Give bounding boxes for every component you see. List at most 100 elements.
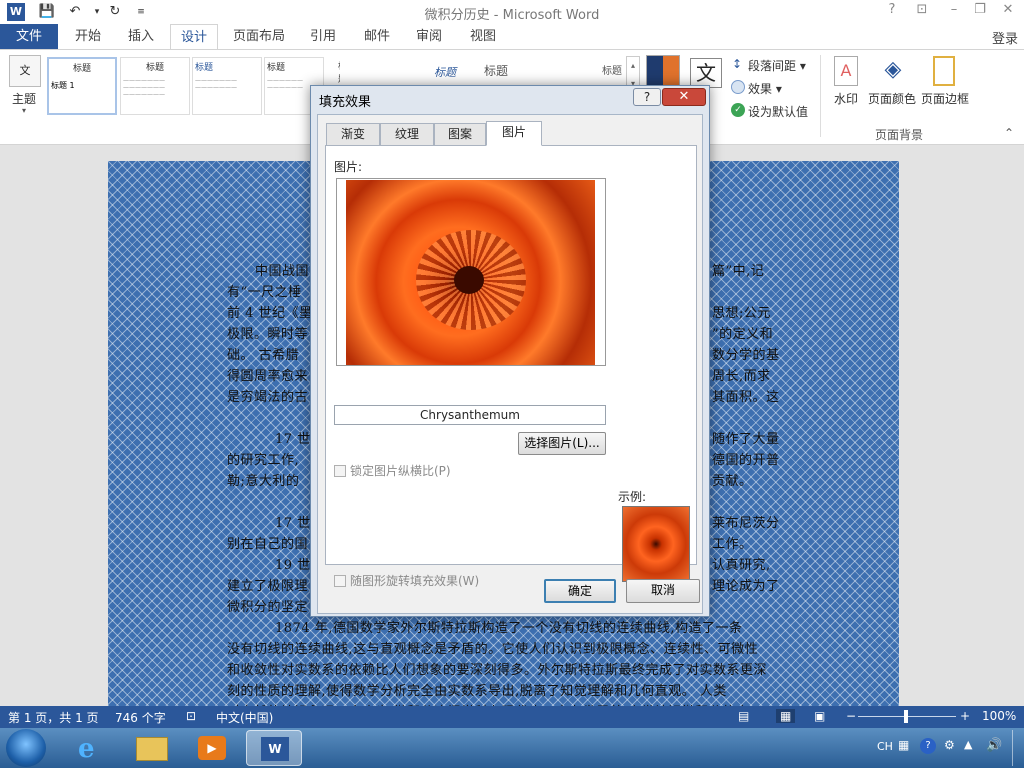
doc-line-right[interactable]: 工作。 — [712, 533, 753, 552]
style-set-8[interactable]: 标题 — [602, 62, 622, 77]
language-indicator[interactable]: 中文(中国) — [216, 709, 273, 726]
tab-picture[interactable]: 图片 — [486, 121, 542, 146]
doc-line-right[interactable]: 篇”中,记 — [712, 260, 764, 279]
doc-line[interactable]: 础。 古希腊 — [227, 344, 299, 363]
para-spacing-button[interactable]: 段落间距 ▾ — [748, 57, 806, 74]
doc-line[interactable]: 建立了极限理 — [227, 575, 308, 594]
style-set-6[interactable]: 标题 — [434, 64, 456, 80]
doc-line-right[interactable]: 数分学的基 — [712, 344, 780, 363]
doc-line-right[interactable]: 贡献。 — [712, 470, 753, 489]
help-icon[interactable]: ? — [880, 2, 904, 17]
close-window-icon[interactable]: ✕ — [996, 2, 1020, 17]
doc-line[interactable]: 1874 年,德国数学家外尔斯特拉斯构造了一个没有切线的连续曲线,构造了一条 — [275, 617, 742, 636]
start-orb-icon[interactable] — [6, 729, 46, 767]
doc-line-right[interactable]: 认真研究, — [712, 554, 771, 573]
page-count[interactable]: 第 1 页，共 1 页 — [8, 709, 99, 726]
redo-icon[interactable]: ↻ — [106, 3, 124, 21]
themes-dropdown-icon[interactable]: ▾ — [22, 106, 26, 115]
style-set-3[interactable]: 标题 ——————— ——————— — [192, 57, 262, 115]
doc-line-right[interactable]: 德国的开普 — [712, 449, 780, 468]
style-set-1[interactable]: 标题 标题 1 — [47, 57, 117, 115]
rotate-with-shape-checkbox[interactable]: 随图形旋转填充效果(W) — [334, 572, 479, 589]
ribbon-display-icon[interactable]: ⊡ — [910, 2, 934, 17]
colors-icon[interactable] — [646, 55, 680, 87]
doc-line[interactable]: 有“一尺之棰 — [227, 281, 302, 300]
zoom-out-button[interactable]: − — [846, 709, 856, 723]
doc-line[interactable]: 前 4 世纪《墨 — [227, 302, 313, 321]
tab-layout[interactable]: 页面布局 — [228, 24, 290, 49]
undo-icon[interactable]: ↶ — [66, 3, 84, 21]
input-language[interactable]: CH — [877, 740, 893, 753]
restore-icon[interactable]: ❐ — [968, 2, 992, 17]
effects-button[interactable]: 效果 ▾ — [748, 80, 782, 97]
collapse-ribbon-icon[interactable]: ⌃ — [1004, 126, 1014, 140]
tray-expand-icon[interactable]: ▲ — [964, 738, 972, 751]
style-set-7[interactable]: 标题 — [484, 62, 508, 79]
doc-line-right[interactable]: 理论成为了 — [712, 575, 780, 594]
read-mode-icon[interactable]: ▤ — [738, 709, 749, 723]
doc-line-right[interactable]: 随作了大量 — [712, 428, 780, 447]
word-icon[interactable]: W — [7, 3, 25, 21]
explorer-icon[interactable] — [124, 730, 180, 766]
tab-home[interactable]: 开始 — [66, 24, 110, 49]
media-player-icon[interactable]: ▶ — [184, 730, 240, 766]
cancel-button[interactable]: 取消 — [626, 579, 700, 603]
tab-insert[interactable]: 插入 — [118, 24, 164, 49]
doc-line-right[interactable]: 莱布尼茨分 — [712, 512, 780, 531]
keyboard-icon[interactable]: ▦ — [898, 738, 909, 752]
tab-review[interactable]: 审阅 — [408, 24, 450, 49]
ok-button[interactable]: 确定 — [544, 579, 616, 603]
zoom-in-button[interactable]: + — [960, 709, 970, 723]
page-color-button[interactable]: 页面颜色 — [868, 90, 916, 107]
login-link[interactable]: 登录 — [992, 28, 1018, 47]
customize-icon[interactable]: ≡ — [132, 3, 150, 21]
undo-dropdown-icon[interactable]: ▾ — [88, 3, 106, 21]
style-set-2[interactable]: 标题 ——————— ——————— ——————— — [120, 57, 190, 115]
print-layout-icon[interactable]: ▦ — [776, 709, 796, 723]
zoom-level[interactable]: 100% — [982, 709, 1016, 723]
doc-line-right[interactable]: 其面积。这 — [712, 386, 780, 405]
themes-icon[interactable]: 文 — [9, 55, 41, 87]
settings-tray-icon[interactable]: ⚙ — [944, 738, 955, 752]
doc-line[interactable]: 勒;意大利的 — [227, 470, 299, 489]
doc-line[interactable]: 微积分的坚定 — [227, 596, 308, 615]
word-taskbar-icon[interactable]: W — [246, 730, 302, 766]
doc-line-right[interactable]: 思想;公元 — [712, 302, 771, 321]
tab-texture[interactable]: 纹理 — [380, 123, 434, 146]
tab-pattern[interactable]: 图案 — [434, 123, 486, 146]
watermark-button[interactable]: 水印 — [834, 90, 858, 107]
set-default-button[interactable]: 设为默认值 — [748, 103, 808, 120]
proofing-icon[interactable]: ⊡ — [186, 709, 196, 723]
tab-references[interactable]: 引用 — [302, 24, 344, 49]
doc-line[interactable]: 的研究工作, — [227, 449, 299, 468]
doc-line[interactable]: 得圆周率愈来 — [227, 365, 308, 384]
tab-design[interactable]: 设计 — [170, 24, 218, 50]
page-color-icon[interactable]: ◈ — [880, 56, 906, 86]
dialog-help-button[interactable]: ? — [633, 88, 661, 106]
save-icon[interactable]: 💾 — [38, 3, 56, 21]
doc-line[interactable]: 刻的性质的理解,使得数学分析完全由实数系导出,脱离了知觉理解和几何直观。 人类 — [227, 680, 727, 699]
doc-line[interactable]: 是穷竭法的古 — [227, 386, 308, 405]
show-desktop-button[interactable] — [1012, 730, 1022, 766]
page-border-button[interactable]: 页面边框 — [921, 90, 969, 107]
doc-line-right[interactable]: ”的定义和 — [712, 323, 773, 342]
ie-icon[interactable]: e — [64, 730, 120, 766]
fonts-icon[interactable]: 文 — [690, 58, 722, 88]
page-border-icon[interactable] — [933, 56, 955, 86]
watermark-icon[interactable]: A — [834, 56, 858, 86]
dialog-close-button[interactable]: ✕ — [662, 88, 706, 106]
lock-aspect-checkbox[interactable]: 锁定图片纵横比(P) — [334, 462, 451, 479]
doc-line[interactable]: 中国战国 — [255, 260, 309, 279]
doc-line-right[interactable]: 周长,而求 — [712, 365, 771, 384]
tab-gradient[interactable]: 渐变 — [326, 123, 380, 146]
select-picture-button[interactable]: 选择图片(L)... — [518, 432, 606, 455]
tab-mailings[interactable]: 邮件 — [356, 24, 398, 49]
doc-line[interactable]: 别在自己的国 — [227, 533, 308, 552]
doc-line[interactable]: 极限。瞬时等 — [227, 323, 308, 342]
doc-line[interactable]: 没有切线的连续曲线,这与直观概念是矛盾的。它使人们认识到极限概念、连续性、可微性 — [227, 638, 758, 657]
web-layout-icon[interactable]: ▣ — [814, 709, 825, 723]
doc-line[interactable]: 和收敛性对实数系的依赖比人们想象的要深刻得多。外尔斯特拉斯最终完成了对实数系更深 — [227, 659, 767, 678]
themes-label[interactable]: 主题 — [12, 90, 36, 107]
volume-icon[interactable]: 🔊 — [986, 738, 1002, 753]
minimize-icon[interactable]: – — [942, 2, 966, 17]
